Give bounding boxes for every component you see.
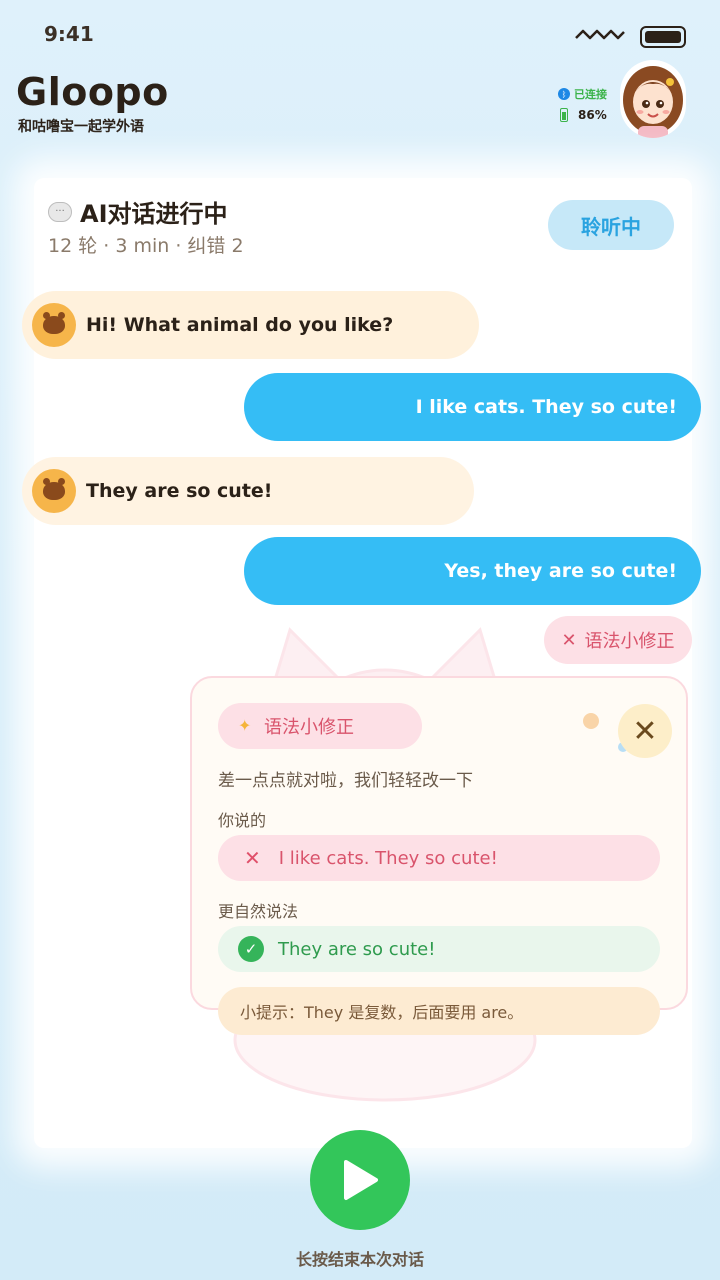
correction-tag-label: 语法小修正 bbox=[264, 717, 354, 738]
sparkle-icon: ✦ bbox=[238, 716, 252, 735]
grammar-fix-label: 语法小修正 bbox=[584, 631, 675, 652]
app-subtitle: 和咕噜宝一起学外语 bbox=[18, 119, 144, 135]
ai-message: Hi! What animal do you like? bbox=[22, 291, 479, 359]
battery-icon bbox=[640, 26, 686, 48]
session-title-text: AI对话进行中 bbox=[80, 200, 228, 228]
connection-label: 已连接 bbox=[574, 88, 607, 101]
bear-avatar-icon bbox=[32, 469, 76, 513]
wrong-sentence: ✕ I like cats. They so cute! bbox=[218, 835, 660, 881]
bear-avatar-icon bbox=[32, 303, 76, 347]
grammar-fix-tag[interactable]: ✕ 语法小修正 bbox=[544, 616, 692, 664]
message-text: They are so cute! bbox=[86, 480, 273, 502]
message-text: Hi! What animal do you like? bbox=[86, 314, 394, 336]
session-meta: 12 轮 · 3 min · 纠错 2 bbox=[48, 235, 244, 257]
bluetooth-icon: ᛒ bbox=[558, 88, 570, 100]
status-time: 9:41 bbox=[44, 22, 94, 46]
session-title: ··· AI对话进行中 bbox=[48, 194, 228, 229]
close-x-icon: ✕ bbox=[561, 629, 577, 651]
play-icon bbox=[344, 1160, 378, 1200]
signal-icon bbox=[575, 29, 625, 40]
user-message: Yes, they are so cute! bbox=[244, 537, 701, 605]
correction-tag: ✦ 语法小修正 bbox=[218, 703, 422, 749]
wrong-icon: ✕ bbox=[244, 846, 261, 870]
decor-dot bbox=[583, 713, 599, 729]
girl-avatar-icon bbox=[623, 66, 683, 138]
user-message: I like cats. They so cute! bbox=[244, 373, 701, 441]
listening-button[interactable]: 聆听中 bbox=[548, 200, 674, 250]
correct-sentence-text: They are so cute! bbox=[278, 938, 436, 960]
grammar-tip: 小提示：They 是复数，后面要用 are。 bbox=[218, 987, 660, 1035]
device-battery: 86% bbox=[560, 108, 607, 122]
connection-status: ᛒ 已连接 bbox=[558, 86, 607, 102]
battery-percent: 86% bbox=[578, 108, 607, 122]
better-label: 更自然说法 bbox=[218, 902, 299, 921]
wrong-sentence-text: I like cats. They so cute! bbox=[278, 847, 498, 869]
close-icon: ✕ bbox=[632, 713, 658, 749]
play-button[interactable] bbox=[310, 1130, 410, 1230]
correct-sentence: ✓ They are so cute! bbox=[218, 926, 660, 972]
battery-level-icon bbox=[560, 108, 568, 122]
said-label: 你说的 bbox=[218, 811, 267, 830]
check-icon: ✓ bbox=[238, 936, 264, 962]
end-session-hint: 长按结束本次对话 bbox=[295, 1250, 424, 1269]
avatar[interactable] bbox=[620, 60, 686, 138]
correction-intro: 差一点点就对啦，我们轻轻改一下 bbox=[218, 771, 473, 791]
chat-bubble-icon: ··· bbox=[48, 201, 72, 222]
ai-message: They are so cute! bbox=[22, 457, 474, 525]
close-button[interactable]: ✕ bbox=[618, 704, 672, 758]
app-title: Gloopo bbox=[16, 70, 169, 114]
